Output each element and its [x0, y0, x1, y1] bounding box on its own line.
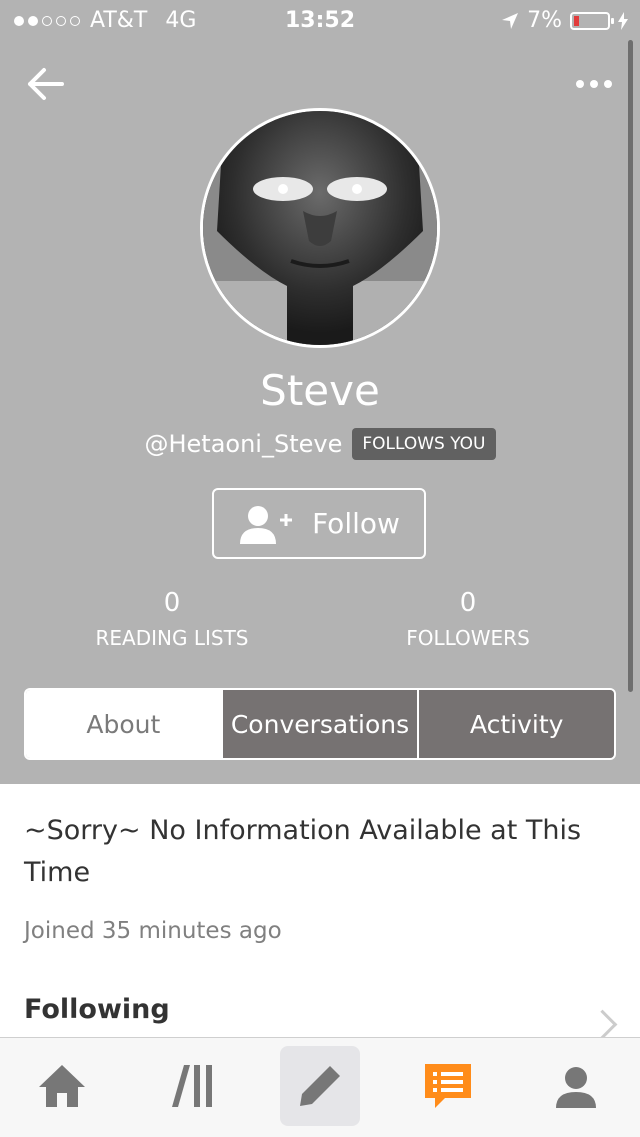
- library-icon: [172, 1065, 212, 1107]
- bottom-nav: [0, 1037, 640, 1137]
- scrollbar[interactable]: [628, 40, 633, 692]
- home-icon: [39, 1065, 85, 1107]
- following-section-title[interactable]: Following: [24, 994, 170, 1025]
- write-icon: [300, 1066, 340, 1106]
- messages-icon: [425, 1064, 471, 1108]
- profile-handle: @Hetaoni_Steve: [144, 430, 343, 458]
- chevron-right-icon[interactable]: [587, 1009, 618, 1040]
- profile-icon: [556, 1067, 596, 1108]
- nav-profile[interactable]: [536, 1046, 616, 1126]
- add-person-icon: [240, 505, 293, 544]
- battery-percent: 7%: [527, 8, 562, 33]
- avatar: [200, 108, 440, 348]
- more-options-icon[interactable]: [574, 76, 614, 92]
- battery-icon: [570, 11, 614, 30]
- reading-lists-count: 0: [163, 588, 181, 618]
- charging-bolt-icon: [618, 11, 628, 30]
- follows-you-badge: FOLLOWS YOU: [352, 428, 496, 460]
- joined-date: Joined 35 minutes ago: [24, 918, 282, 944]
- status-bar: AT&T 4G 13:52 7%: [0, 0, 640, 40]
- tab-activity[interactable]: Activity: [417, 690, 614, 758]
- nav-home[interactable]: [22, 1046, 102, 1126]
- nav-messages[interactable]: [408, 1046, 488, 1126]
- follow-label: Follow: [312, 507, 400, 540]
- location-arrow-icon: [502, 12, 519, 29]
- follow-button[interactable]: Follow: [212, 488, 426, 559]
- nav-write[interactable]: [280, 1046, 360, 1126]
- profile-tabs: About Conversations Activity: [24, 688, 616, 760]
- tab-conversations[interactable]: Conversations: [220, 690, 418, 758]
- back-arrow-icon[interactable]: [24, 62, 68, 106]
- nav-library[interactable]: [152, 1046, 232, 1126]
- profile-header: AT&T 4G 13:52 7% Steve @Hetaoni_Steve FO…: [0, 0, 640, 784]
- stat-reading-lists[interactable]: 0 READING LISTS: [22, 588, 322, 650]
- about-description: ~Sorry~ No Information Available at This…: [24, 815, 582, 888]
- stat-followers[interactable]: 0 FOLLOWERS: [318, 588, 618, 650]
- tab-about[interactable]: About: [26, 690, 221, 758]
- followers-count: 0: [459, 588, 477, 618]
- profile-name: Steve: [260, 366, 380, 415]
- reading-lists-label: READING LISTS: [95, 626, 249, 650]
- followers-label: FOLLOWERS: [406, 626, 530, 650]
